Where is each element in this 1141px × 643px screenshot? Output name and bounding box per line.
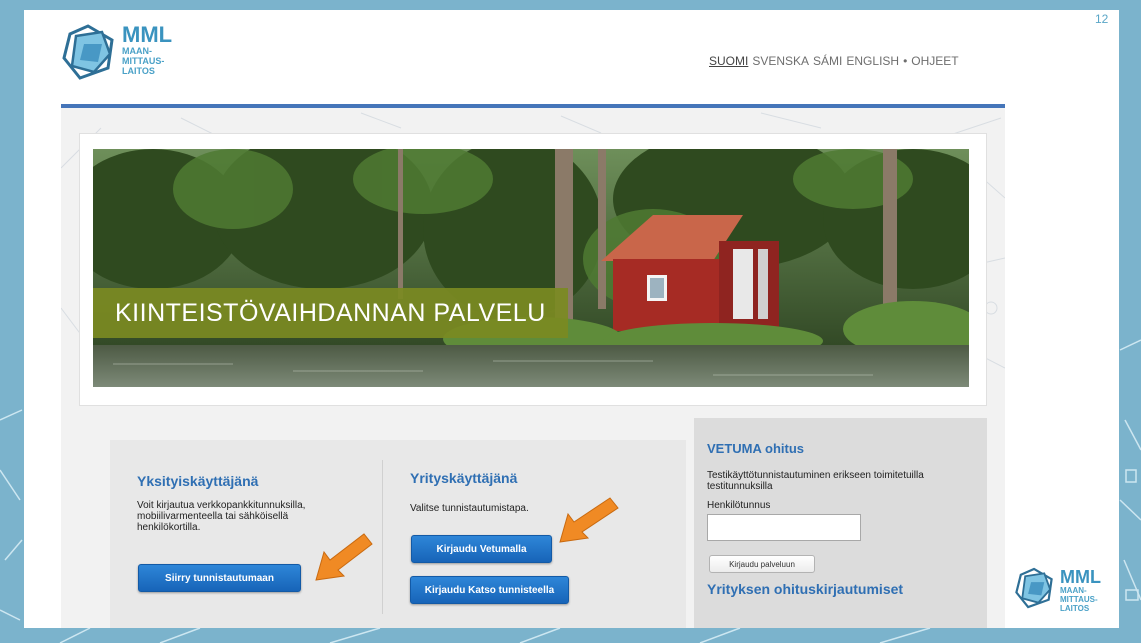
vetuma-login-button[interactable]: Kirjaudu Vetumalla (411, 535, 552, 563)
private-user-title: Yksityiskäyttäjänä (137, 473, 259, 489)
lang-suomi[interactable]: SUOMI (709, 54, 748, 68)
column-divider (382, 460, 383, 614)
business-user-text: Valitse tunnistautumistapa. (410, 503, 529, 514)
vetuma-title: VETUMA ohitus (707, 441, 805, 456)
forest-lake-image (93, 149, 969, 387)
lang-sami[interactable]: SÁMI (813, 54, 842, 68)
lang-svenska[interactable]: SVENSKA (752, 54, 809, 68)
language-bar: SUOMI SVENSKA SÁMI ENGLISH • OHJEET (709, 54, 963, 68)
logo-line1-footer: MAAN- (1060, 586, 1087, 595)
lang-english[interactable]: ENGLISH (846, 54, 899, 68)
start-authentication-button[interactable]: Siirry tunnistautumaan (138, 564, 301, 592)
slide-number: 12 (1095, 12, 1109, 26)
mml-logo-text: MML MAAN- MITTAUS- LAITOS (122, 22, 173, 77)
logo-main-footer: MML (1060, 567, 1101, 587)
mml-logo-text-footer: MML MAAN- MITTAUS- LAITOS (1060, 568, 1101, 613)
lang-separator: • (903, 54, 908, 68)
orange-arrow-icon (315, 533, 373, 581)
private-user-text: Voit kirjautua verkkopankkitunnuksilla, … (137, 500, 306, 533)
hero-title: KIINTEISTÖVAIHDANNAN PALVELU (93, 288, 568, 338)
ssn-label: Henkilötunnus (707, 500, 771, 511)
logo-line1: MAAN- (122, 46, 152, 56)
orange-arrow-icon (559, 497, 619, 543)
logo-line2-footer: MITTAUS- (1060, 595, 1098, 604)
mml-logo-icon (1015, 567, 1053, 609)
business-bypass-title: Yrityksen ohituskirjautumiset (707, 581, 904, 597)
business-user-title: Yrityskäyttäjänä (410, 470, 518, 486)
katso-login-button[interactable]: Kirjaudu Katso tunnisteella (410, 576, 569, 604)
logo-line2: MITTAUS- (122, 56, 165, 66)
ssn-input[interactable] (707, 514, 861, 541)
logo-line3-footer: LAITOS (1060, 604, 1090, 613)
hero-image: KIINTEISTÖVAIHDANNAN PALVELU (93, 149, 969, 387)
vetuma-text: Testikäyttötunnistautuminen erikseen toi… (707, 470, 924, 492)
help-link[interactable]: OHJEET (911, 54, 958, 68)
mml-logo-icon (62, 24, 114, 80)
logo-line3: LAITOS (122, 66, 155, 76)
vetuma-login-submit-button[interactable]: Kirjaudu palveluun (709, 555, 815, 573)
logo-main: MML (122, 22, 173, 47)
